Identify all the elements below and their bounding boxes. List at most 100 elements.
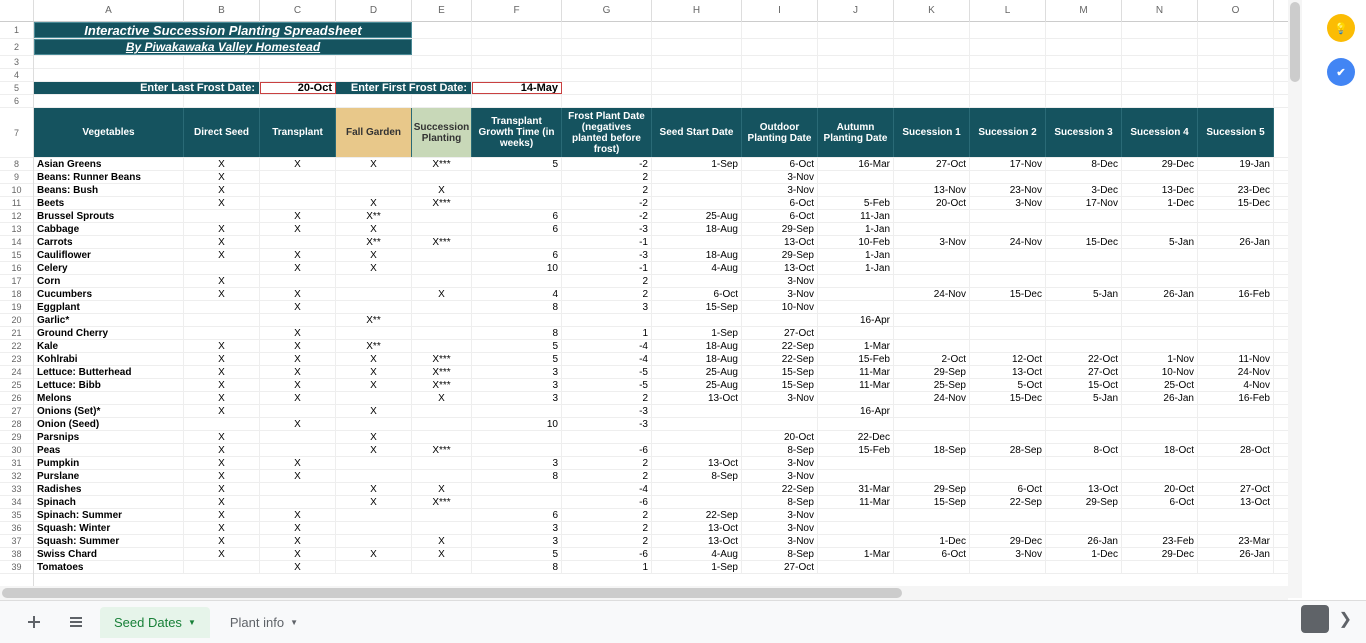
column-header-K[interactable]: K — [894, 0, 970, 22]
cell-r25-c12[interactable]: 15-Oct — [1046, 379, 1122, 391]
row-header-27[interactable]: 27 — [0, 405, 33, 418]
cell-r18-c0[interactable]: Cucumbers — [34, 288, 184, 300]
cell-r8-c4[interactable]: X*** — [412, 158, 472, 170]
cell-r17-c4[interactable] — [412, 275, 472, 287]
cell-r12-c6[interactable]: -2 — [562, 210, 652, 222]
column-header-I[interactable]: I — [742, 0, 818, 22]
cell-r29-c12[interactable] — [1046, 431, 1122, 443]
cell-r28-c4[interactable] — [412, 418, 472, 430]
cell-r29-c2[interactable] — [260, 431, 336, 443]
column-header-M[interactable]: M — [1046, 0, 1122, 22]
cell-r34-c14[interactable]: 13-Oct — [1198, 496, 1274, 508]
cell-r24-c2[interactable]: X — [260, 366, 336, 378]
cell-r12-c9[interactable]: 11-Jan — [818, 210, 894, 222]
cell-r20-c1[interactable] — [184, 314, 260, 326]
cell-r32-c3[interactable] — [336, 470, 412, 482]
cell-r35-c5[interactable]: 6 — [472, 509, 562, 521]
cell-r33-c3[interactable]: X — [336, 483, 412, 495]
cell-r17-c5[interactable] — [472, 275, 562, 287]
cell-r38-c10[interactable]: 6-Oct — [894, 548, 970, 560]
cell-r12-c0[interactable]: Brussel Sprouts — [34, 210, 184, 222]
cell-r22-c12[interactable] — [1046, 340, 1122, 352]
cell-r13-c6[interactable]: -3 — [562, 223, 652, 235]
cell-r24-c5[interactable]: 3 — [472, 366, 562, 378]
cell-r23-c4[interactable]: X*** — [412, 353, 472, 365]
cell-r28-c13[interactable] — [1122, 418, 1198, 430]
row-header-10[interactable]: 10 — [0, 184, 33, 197]
cell-r12-c8[interactable]: 6-Oct — [742, 210, 818, 222]
cell-r18-c2[interactable]: X — [260, 288, 336, 300]
cell-r38-c8[interactable]: 8-Sep — [742, 548, 818, 560]
column-header-B[interactable]: B — [184, 0, 260, 22]
cell-r13-c13[interactable] — [1122, 223, 1198, 235]
cell-r21-c11[interactable] — [970, 327, 1046, 339]
cell-r9-c9[interactable] — [818, 171, 894, 183]
row-header-3[interactable]: 3 — [0, 56, 33, 69]
cell-r15-c1[interactable]: X — [184, 249, 260, 261]
cell-r16-c3[interactable]: X — [336, 262, 412, 274]
cell-r39-c3[interactable] — [336, 561, 412, 573]
cell-r27-c6[interactable]: -3 — [562, 405, 652, 417]
cell-r16-c9[interactable]: 1-Jan — [818, 262, 894, 274]
cell-r23-c7[interactable]: 18-Aug — [652, 353, 742, 365]
cell-r28-c14[interactable] — [1198, 418, 1274, 430]
cell-r25-c0[interactable]: Lettuce: Bibb — [34, 379, 184, 391]
cell-r11-c6[interactable]: -2 — [562, 197, 652, 209]
cell-r17-c10[interactable] — [894, 275, 970, 287]
cell-r8-c2[interactable]: X — [260, 158, 336, 170]
cell-r22-c14[interactable] — [1198, 340, 1274, 352]
cell-r19-c3[interactable] — [336, 301, 412, 313]
cell-r23-c8[interactable]: 22-Sep — [742, 353, 818, 365]
cell-r16-c5[interactable]: 10 — [472, 262, 562, 274]
cell-r32-c7[interactable]: 8-Sep — [652, 470, 742, 482]
cell-r35-c12[interactable] — [1046, 509, 1122, 521]
cell-r27-c14[interactable] — [1198, 405, 1274, 417]
cell-r14-c1[interactable]: X — [184, 236, 260, 248]
title-line2[interactable]: By Piwakawaka Valley Homestead — [34, 39, 412, 55]
chevron-right-icon[interactable]: ❯ — [1339, 609, 1352, 629]
cell-r9-c3[interactable] — [336, 171, 412, 183]
cell-r34-c5[interactable] — [472, 496, 562, 508]
add-sheet-button[interactable] — [16, 608, 52, 636]
cell-r30-c0[interactable]: Peas — [34, 444, 184, 456]
cell-r17-c6[interactable]: 2 — [562, 275, 652, 287]
cell-r11-c1[interactable]: X — [184, 197, 260, 209]
cell-r26-c6[interactable]: 2 — [562, 392, 652, 404]
cell-r10-c1[interactable]: X — [184, 184, 260, 196]
row-header-9[interactable]: 9 — [0, 171, 33, 184]
cell-r28-c7[interactable] — [652, 418, 742, 430]
cell-r19-c13[interactable] — [1122, 301, 1198, 313]
cell-r20-c8[interactable] — [742, 314, 818, 326]
cell-r17-c2[interactable] — [260, 275, 336, 287]
row-header-5[interactable]: 5 — [0, 82, 33, 95]
cell-r27-c2[interactable] — [260, 405, 336, 417]
cell-r9-c5[interactable] — [472, 171, 562, 183]
cell-r15-c12[interactable] — [1046, 249, 1122, 261]
cell-r24-c6[interactable]: -5 — [562, 366, 652, 378]
cell-r11-c2[interactable] — [260, 197, 336, 209]
cell-r29-c3[interactable]: X — [336, 431, 412, 443]
cell-r19-c8[interactable]: 10-Nov — [742, 301, 818, 313]
cell-r31-c7[interactable]: 13-Oct — [652, 457, 742, 469]
cell-r20-c11[interactable] — [970, 314, 1046, 326]
cell-r20-c10[interactable] — [894, 314, 970, 326]
cell-r34-c9[interactable]: 11-Mar — [818, 496, 894, 508]
cell-r12-c7[interactable]: 25-Aug — [652, 210, 742, 222]
select-all-corner[interactable] — [0, 0, 34, 21]
sheet-tab-plant-info[interactable]: Plant info▼ — [216, 607, 312, 638]
cell-r19-c11[interactable] — [970, 301, 1046, 313]
cell-r10-c12[interactable]: 3-Dec — [1046, 184, 1122, 196]
cell-r33-c2[interactable] — [260, 483, 336, 495]
header-12[interactable]: Sucession 3 — [1046, 108, 1122, 157]
cell-r30-c12[interactable]: 8-Oct — [1046, 444, 1122, 456]
row-header-34[interactable]: 34 — [0, 496, 33, 509]
cell-r23-c0[interactable]: Kohlrabi — [34, 353, 184, 365]
first-frost-input[interactable]: 14-May — [472, 82, 562, 94]
cell-r28-c6[interactable]: -3 — [562, 418, 652, 430]
explore-button[interactable] — [1301, 605, 1329, 633]
cell-r34-c13[interactable]: 6-Oct — [1122, 496, 1198, 508]
cell-r27-c4[interactable] — [412, 405, 472, 417]
cell-r32-c9[interactable] — [818, 470, 894, 482]
header-0[interactable]: Vegetables — [34, 108, 184, 157]
row-header-31[interactable]: 31 — [0, 457, 33, 470]
